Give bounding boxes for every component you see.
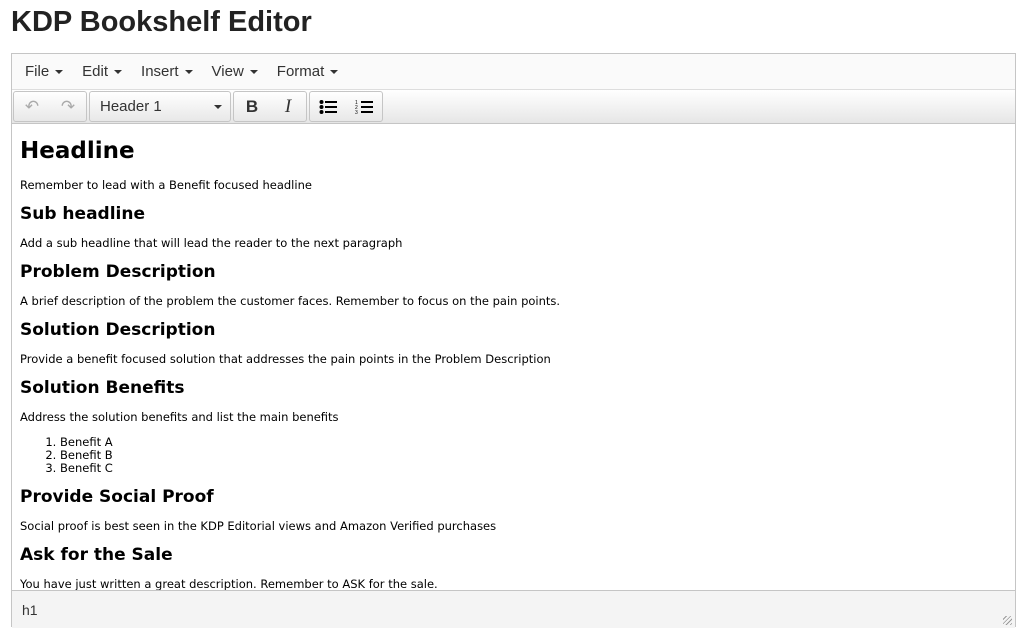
resize-handle-icon[interactable] xyxy=(1003,616,1012,625)
toolbar: ↶ ↷ Header 1 B I 123 xyxy=(12,90,1015,124)
paragraph: Add a sub headline that will lead the re… xyxy=(20,236,403,250)
heading: Solution Description xyxy=(20,320,216,340)
list-item: Benefit C xyxy=(60,462,1007,475)
list-item: Benefit B xyxy=(60,449,1007,462)
benefits-list: Benefit A Benefit B Benefit C xyxy=(20,436,1007,475)
page-title: KDP Bookshelf Editor xyxy=(11,6,312,38)
menu-label: Insert xyxy=(141,63,179,80)
bullet-list-button[interactable] xyxy=(310,92,346,121)
rich-text-editor: File Edit Insert View Format ↶ ↷ Header … xyxy=(11,53,1016,628)
menu-format[interactable]: Format xyxy=(270,63,351,80)
statusbar: h1 xyxy=(12,590,1015,628)
heading: Provide Social Proof xyxy=(20,487,214,507)
paragraph: Social proof is best seen in the KDP Edi… xyxy=(20,519,497,533)
menu-edit[interactable]: Edit xyxy=(75,63,134,80)
menu-label: Format xyxy=(276,63,325,80)
menu-label: View xyxy=(211,63,244,80)
element-path[interactable]: h1 xyxy=(22,602,38,618)
caret-down-icon xyxy=(249,69,258,74)
format-select-group: Header 1 xyxy=(89,91,231,122)
menu-file[interactable]: File xyxy=(18,63,75,80)
paragraph: You have just written a great descriptio… xyxy=(20,577,438,591)
caret-down-icon xyxy=(55,69,64,74)
menu-view[interactable]: View xyxy=(205,63,270,80)
menubar: File Edit Insert View Format xyxy=(12,54,1015,90)
style-group: B I xyxy=(233,91,307,122)
editor-content[interactable]: Headline Remember to lead with a Benefit… xyxy=(12,124,1015,591)
menu-insert[interactable]: Insert xyxy=(134,63,205,80)
bold-icon: B xyxy=(245,96,259,116)
paragraph: Remember to lead with a Benefit focused … xyxy=(20,178,312,192)
caret-down-icon xyxy=(330,69,339,74)
bold-button[interactable]: B xyxy=(234,92,270,121)
caret-down-icon xyxy=(214,104,222,109)
block-format-value: Header 1 xyxy=(100,98,162,115)
paragraph: A brief description of the problem the c… xyxy=(20,294,561,308)
list-group: 123 xyxy=(309,91,383,122)
bullet-list-icon xyxy=(319,99,337,114)
redo-button[interactable]: ↷ xyxy=(50,92,86,121)
heading: Ask for the Sale xyxy=(20,545,173,565)
heading: Problem Description xyxy=(20,262,216,282)
numbered-list-button[interactable]: 123 xyxy=(346,92,382,121)
redo-icon: ↷ xyxy=(60,96,76,116)
undo-button[interactable]: ↶ xyxy=(14,92,50,121)
italic-button[interactable]: I xyxy=(270,92,306,121)
caret-down-icon xyxy=(114,69,123,74)
italic-icon: I xyxy=(284,95,292,117)
heading: Sub headline xyxy=(20,204,145,224)
paragraph: Provide a benefit focused solution that … xyxy=(20,352,551,366)
history-group: ↶ ↷ xyxy=(13,91,87,122)
undo-icon: ↶ xyxy=(24,96,40,116)
numbered-list-icon: 123 xyxy=(355,100,373,115)
svg-text:3: 3 xyxy=(355,110,358,115)
menu-label: Edit xyxy=(82,63,109,80)
list-item: Benefit A xyxy=(60,436,1007,449)
menu-label: File xyxy=(25,63,50,80)
heading: Headline xyxy=(20,138,135,164)
paragraph: Address the solution benefits and list t… xyxy=(20,410,339,424)
heading: Solution Benefits xyxy=(20,378,185,398)
caret-down-icon xyxy=(184,69,193,74)
block-format-select[interactable]: Header 1 xyxy=(90,92,230,121)
